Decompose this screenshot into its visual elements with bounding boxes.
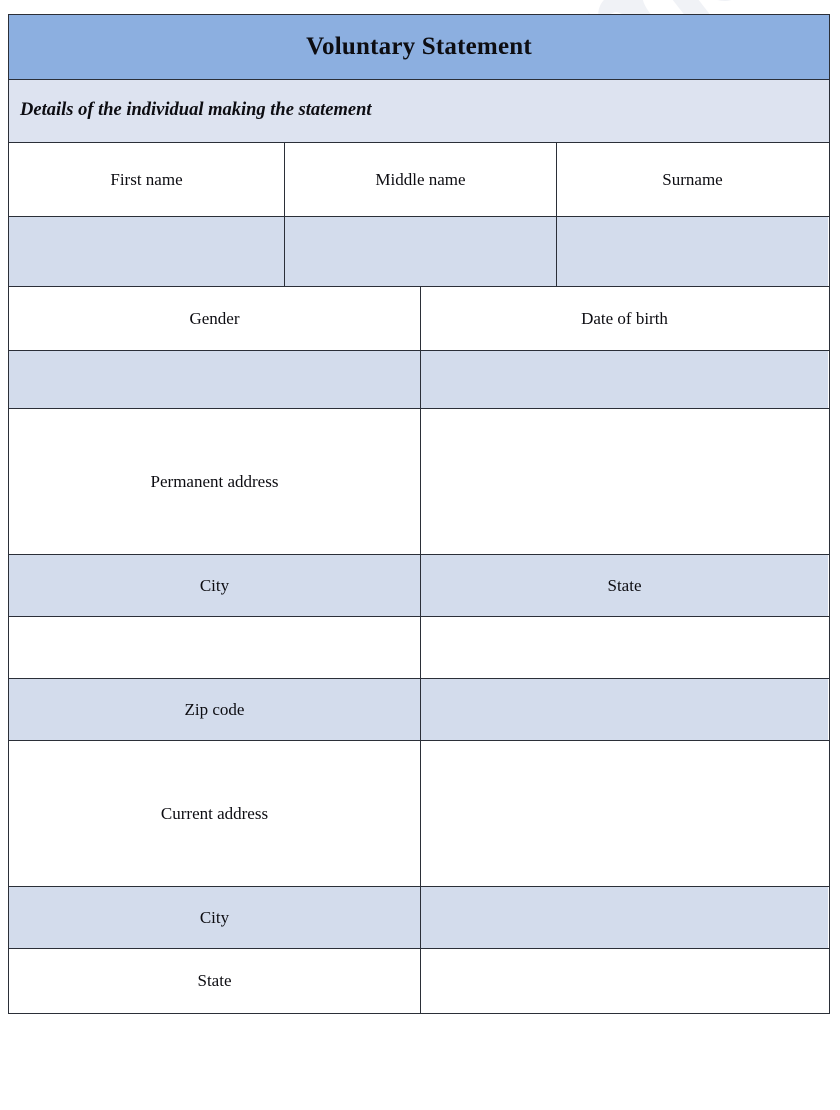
- section-heading: Details of the individual making the sta…: [9, 80, 829, 142]
- gender-dob-value-row: [9, 351, 829, 409]
- label-middle-name: Middle name: [284, 143, 556, 216]
- page-title: Voluntary Statement: [9, 15, 829, 79]
- label-current-address: Current address: [9, 741, 420, 886]
- field-permanent-city[interactable]: [9, 617, 420, 678]
- field-permanent-address[interactable]: [420, 409, 828, 554]
- field-gender[interactable]: [9, 351, 420, 408]
- label-permanent-address: Permanent address: [9, 409, 420, 554]
- current-city-row: City: [9, 887, 829, 949]
- voluntary-statement-form: Voluntary Statement Details of the indiv…: [8, 14, 830, 1014]
- form-title-row: Voluntary Statement: [9, 15, 829, 80]
- permanent-address-row: Permanent address: [9, 409, 829, 555]
- permanent-city-state-label-row: City State: [9, 555, 829, 617]
- field-current-state[interactable]: [420, 949, 828, 1013]
- name-label-row: First name Middle name Surname: [9, 143, 829, 217]
- field-date-of-birth[interactable]: [420, 351, 828, 408]
- label-permanent-city: City: [9, 555, 420, 616]
- current-state-row: State: [9, 949, 829, 1013]
- label-gender: Gender: [9, 287, 420, 350]
- label-current-state: State: [9, 949, 420, 1013]
- label-permanent-state: State: [420, 555, 828, 616]
- field-current-address[interactable]: [420, 741, 828, 886]
- zip-code-row: Zip code: [9, 679, 829, 741]
- field-zip-code[interactable]: [420, 679, 828, 740]
- field-current-city[interactable]: [420, 887, 828, 948]
- section-heading-row: Details of the individual making the sta…: [9, 80, 829, 143]
- current-address-row: Current address: [9, 741, 829, 887]
- field-permanent-state[interactable]: [420, 617, 828, 678]
- field-surname[interactable]: [556, 217, 828, 286]
- name-value-row: [9, 217, 829, 287]
- field-first-name[interactable]: [9, 217, 284, 286]
- label-first-name: First name: [9, 143, 284, 216]
- label-surname: Surname: [556, 143, 828, 216]
- permanent-city-state-value-row: [9, 617, 829, 679]
- label-current-city: City: [9, 887, 420, 948]
- gender-dob-label-row: Gender Date of birth: [9, 287, 829, 351]
- label-zip-code: Zip code: [9, 679, 420, 740]
- field-middle-name[interactable]: [284, 217, 556, 286]
- label-date-of-birth: Date of birth: [420, 287, 828, 350]
